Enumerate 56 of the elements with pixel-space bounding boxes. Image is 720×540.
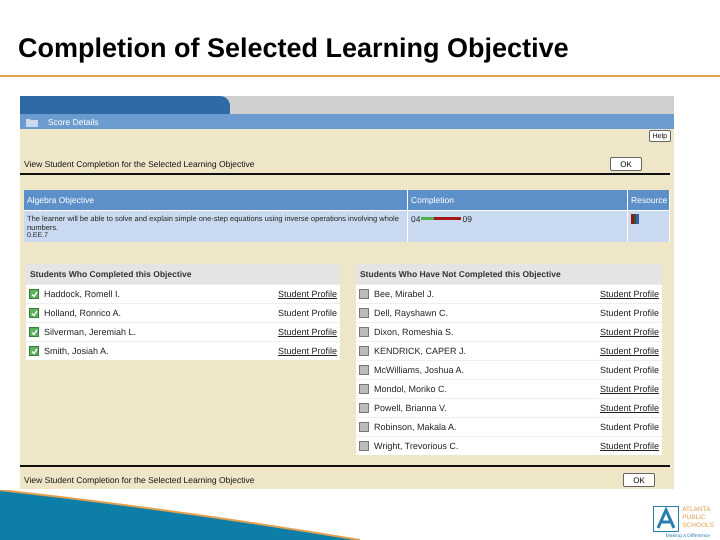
checkbox[interactable] — [359, 422, 369, 432]
checkbox[interactable] — [359, 308, 369, 318]
student-name: Silverman, Jeremiah L. — [44, 327, 138, 337]
column-header: Resource — [628, 190, 670, 210]
student-profile-link[interactable]: Student Profile — [278, 346, 337, 356]
student-profile-link[interactable]: Student Profile — [600, 308, 659, 318]
panel-title: Score Details — [48, 116, 99, 126]
checkbox[interactable] — [359, 365, 369, 375]
completed-count: 04 — [411, 214, 420, 224]
not-completed-count: 09 — [462, 214, 472, 224]
student-profile-link[interactable]: Student Profile — [600, 365, 659, 375]
student-name: Robinson, Makala A. — [374, 422, 458, 432]
checkbox[interactable] — [29, 346, 39, 356]
folder-icon — [26, 116, 38, 126]
book-icon[interactable] — [631, 214, 639, 224]
student-name: Dell, Rayshawn C. — [374, 308, 450, 318]
checkbox[interactable] — [359, 403, 369, 413]
student-name: Mondol, Moriko C. — [374, 384, 448, 394]
section-heading: View Student Completion for the Selected Learning Objective — [24, 475, 254, 485]
list-heading: Students Who Completed this Objective — [26, 264, 340, 284]
checkbox[interactable] — [359, 327, 369, 337]
checkbox[interactable] — [29, 308, 39, 318]
checkbox[interactable] — [359, 346, 369, 356]
student-profile-link[interactable]: Student Profile — [600, 422, 659, 432]
student-name: Holland, Ronrico A. — [44, 308, 122, 318]
ok-button[interactable]: OK — [610, 157, 642, 171]
student-name: Dixon, Romeshia S. — [374, 327, 455, 337]
student-name: Smith, Josiah A. — [44, 346, 110, 356]
letter-a-logo-icon — [653, 506, 680, 532]
student-profile-link[interactable]: Student Profile — [278, 308, 337, 318]
column-header: Completion — [408, 190, 628, 210]
checkbox[interactable] — [29, 289, 39, 299]
student-name: Bee, Mirabel J. — [374, 289, 436, 299]
checkbox[interactable] — [359, 384, 369, 394]
column-header: Algebra Objective — [24, 190, 408, 210]
student-name: KENDRICK, CAPER J. — [374, 346, 468, 356]
student-name: Haddock, Romell I. — [44, 289, 122, 299]
student-profile-link[interactable]: Student Profile — [278, 327, 337, 337]
student-profile-link[interactable]: Student Profile — [600, 327, 659, 337]
checkbox[interactable] — [359, 289, 369, 299]
student-profile-link[interactable]: Student Profile — [600, 403, 659, 413]
student-name: Powell, Brianna V. — [374, 403, 448, 413]
list-heading: Students Who Have Not Completed this Objective — [356, 264, 662, 284]
student-profile-link[interactable]: Student Profile — [278, 289, 337, 299]
checkbox[interactable] — [359, 441, 369, 451]
student-profile-link[interactable]: Student Profile — [600, 441, 659, 451]
student-profile-link[interactable]: Student Profile — [600, 346, 659, 356]
student-profile-link[interactable]: Student Profile — [600, 289, 659, 299]
slide-title: Completion of Selected Learning Objective — [0, 0, 720, 77]
completion-bar — [421, 217, 462, 220]
checkbox[interactable] — [29, 327, 39, 337]
student-name: McWilliams, Joshua A. — [374, 365, 466, 375]
student-name: Wright, Trevorious C. — [374, 441, 460, 451]
ok-button[interactable]: OK — [623, 473, 655, 487]
student-profile-link[interactable]: Student Profile — [600, 384, 659, 394]
section-heading: View Student Completion for the Selected Learning Objective — [24, 159, 254, 169]
